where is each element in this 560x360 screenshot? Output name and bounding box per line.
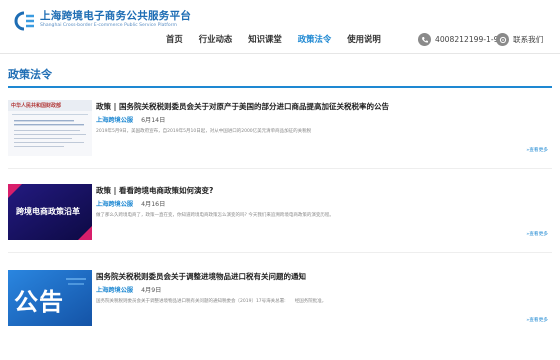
article-summary: 2019年5月9日，美国政府宣布，自2019年5月10日起，对从中国进口的200…	[96, 129, 312, 134]
main-nav: 首页 行业动态 知识课堂 政策法令 使用说明	[166, 0, 397, 54]
article-title[interactable]: 政策 | 国务院关税税则委员会关于对原产于美国的部分进口商品提高加征关税税率的公…	[96, 101, 389, 112]
article-summary: 国务院关税税则委员会关于调整进境物品进口税有关问题的通知税委会〔2019〕17号…	[96, 299, 327, 304]
page-title: 政策法令	[8, 68, 52, 81]
thumbnail-caption: 公告	[14, 288, 64, 316]
nav-item-industry-news[interactable]: 行业动态	[199, 0, 233, 54]
article-divider	[8, 168, 552, 169]
article-thumbnail[interactable]: 中华人民共和国财政部	[8, 100, 92, 156]
view-more-link[interactable]: »查看更多	[526, 231, 548, 237]
article-meta: 上海跨境公服 4月9日	[96, 285, 161, 294]
nav-item-home[interactable]: 首页	[166, 0, 183, 54]
article-divider	[8, 252, 552, 253]
phone-number: 4008212199-1-9	[435, 35, 499, 44]
nav-item-instructions[interactable]: 使用说明	[347, 0, 381, 54]
view-more-link[interactable]: »查看更多	[526, 147, 548, 153]
article-date: 4月16日	[141, 201, 166, 208]
thumbnail-caption: 跨境电商政策沿革	[16, 207, 80, 216]
article-thumbnail[interactable]: 跨境电商政策沿革	[8, 184, 92, 240]
nav-item-policy[interactable]: 政策法令	[298, 0, 332, 54]
site-logo[interactable]: 上海跨境电子商务公共服务平台 Shanghai Cross-border E-c…	[14, 10, 191, 32]
site-header: 上海跨境电子商务公共服务平台 Shanghai Cross-border E-c…	[0, 0, 560, 54]
title-divider	[8, 86, 552, 88]
article-meta: 上海跨境公服 4月16日	[96, 199, 165, 208]
thumbnail-caption: 中华人民共和国财政部	[11, 103, 62, 109]
article-thumbnail[interactable]: 公告	[8, 270, 92, 326]
article-meta: 上海跨境公服 6月14日	[96, 115, 165, 124]
article-source[interactable]: 上海跨境公服	[96, 287, 133, 294]
article-source[interactable]: 上海跨境公服	[96, 201, 133, 208]
chat-icon	[496, 33, 509, 46]
contact-link[interactable]: 联系我们	[496, 33, 543, 46]
article-title[interactable]: 国务院关税税则委员会关于调整进境物品进口税有关问题的通知	[96, 271, 306, 282]
article-title[interactable]: 政策 | 看看跨境电商政策如何演变?	[96, 185, 213, 196]
phone-icon	[418, 33, 431, 46]
article-date: 4月9日	[141, 287, 162, 294]
article-date: 6月14日	[141, 117, 166, 124]
logo-icon	[14, 10, 36, 32]
phone-info: 4008212199-1-9	[418, 33, 498, 46]
article-summary: 做了那么久跨境电商了，政策一直在变，你知道跨境电商政策怎么演变的吗? 今天我们来…	[96, 213, 334, 218]
article-source[interactable]: 上海跨境公服	[96, 117, 133, 124]
contact-label: 联系我们	[513, 35, 544, 44]
view-more-link[interactable]: »查看更多	[526, 317, 548, 323]
nav-item-knowledge[interactable]: 知识课堂	[248, 0, 282, 54]
